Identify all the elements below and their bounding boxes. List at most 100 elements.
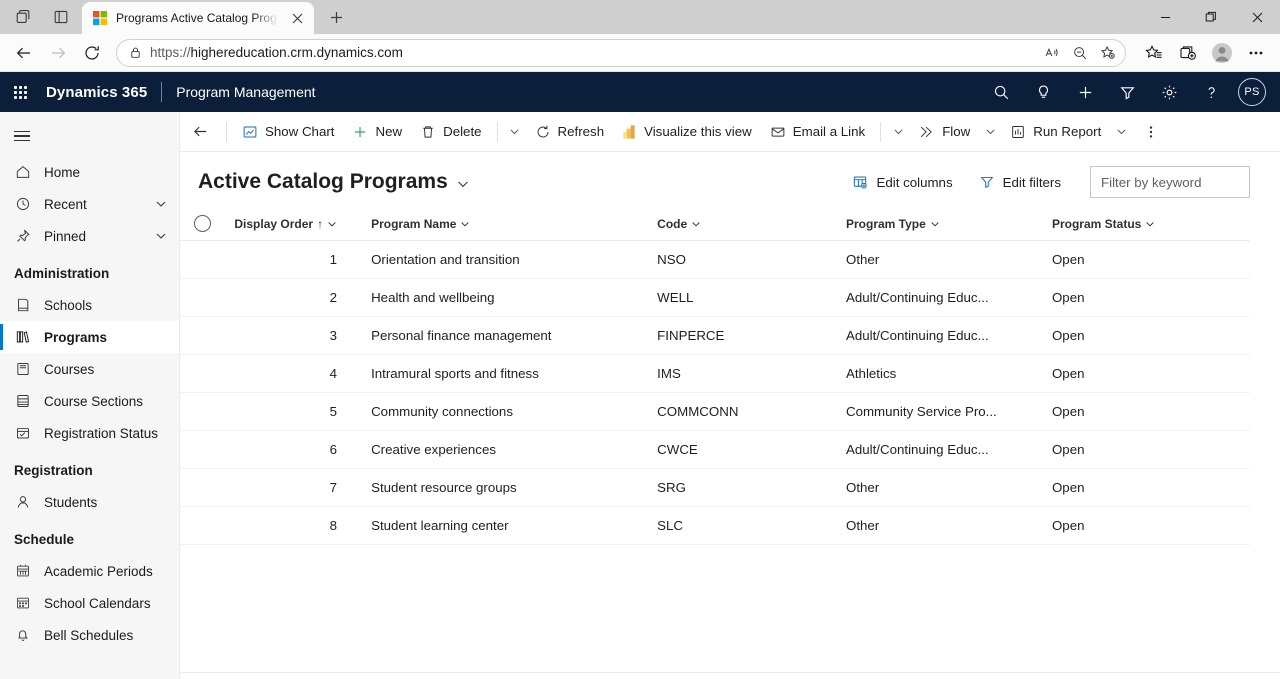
row-select-cell[interactable] [180, 468, 226, 506]
run-report-dropdown-chevron-down-icon[interactable] [1110, 116, 1132, 148]
window-close-icon[interactable] [1234, 0, 1280, 34]
search-input[interactable] [1101, 175, 1239, 190]
collections-icon[interactable] [1172, 37, 1204, 69]
chevron-down-icon[interactable] [930, 219, 940, 229]
address-bar[interactable]: https://highereducation.crm.dynamics.com [116, 39, 1126, 67]
cell-display-order[interactable]: 3 [226, 316, 363, 354]
sidebar-item-programs[interactable]: Programs [0, 321, 179, 353]
cell-display-order[interactable]: 6 [226, 430, 363, 468]
row-select-cell[interactable] [180, 430, 226, 468]
row-select-cell[interactable] [180, 354, 226, 392]
cell-display-order[interactable]: 1 [226, 240, 363, 278]
sidebar-item-schools[interactable]: Schools [0, 289, 179, 321]
column-header-program-status[interactable]: Program Status [1044, 208, 1250, 240]
filter-icon[interactable] [1106, 72, 1148, 112]
add-favorite-star-icon[interactable] [1095, 41, 1121, 65]
minimize-icon[interactable] [1142, 0, 1188, 34]
edit-filters-button[interactable]: Edit filters [970, 166, 1070, 198]
app-launcher-icon[interactable] [0, 72, 40, 112]
sidebar-item-recent[interactable]: Recent [0, 188, 179, 220]
sidebar-item-bell-schedules[interactable]: Bell Schedules [0, 619, 179, 651]
visualize-this-view-button[interactable]: Visualize this view [613, 116, 761, 148]
delete-dropdown-chevron-down-icon[interactable] [504, 116, 526, 148]
plus-icon[interactable] [1064, 72, 1106, 112]
table-row[interactable]: 3 Personal finance management FINPERCE A… [180, 316, 1250, 354]
flow-dropdown-chevron-down-icon[interactable] [979, 116, 1001, 148]
vertical-tabs-icon[interactable] [44, 2, 78, 32]
delete-button[interactable]: Delete [411, 116, 490, 148]
page-title[interactable]: Active Catalog Programs [198, 170, 448, 194]
table-row[interactable]: 6 Creative experiences CWCE Adult/Contin… [180, 430, 1250, 468]
chevron-down-icon[interactable] [1145, 219, 1155, 229]
cell-program-name[interactable]: Student learning center [363, 506, 649, 544]
table-row[interactable]: 4 Intramural sports and fitness IMS Athl… [180, 354, 1250, 392]
email-a-link-dropdown-chevron-down-icon[interactable] [887, 116, 909, 148]
gear-icon[interactable] [1148, 72, 1190, 112]
table-row[interactable]: 1 Orientation and transition NSO Other O… [180, 240, 1250, 278]
search-icon[interactable] [980, 72, 1022, 112]
column-header-code[interactable]: Code [649, 208, 838, 240]
chevron-down-icon[interactable] [460, 219, 470, 229]
help-icon[interactable] [1190, 72, 1232, 112]
site-map-toggle-icon[interactable] [2, 116, 42, 156]
sidebar-item-pinned[interactable]: Pinned [0, 220, 179, 252]
row-select-cell[interactable] [180, 506, 226, 544]
zoom-out-icon[interactable] [1067, 41, 1093, 65]
sidebar-item-school-calendars[interactable]: School Calendars [0, 587, 179, 619]
table-row[interactable]: 7 Student resource groups SRG Other Open [180, 468, 1250, 506]
cell-program-name[interactable]: Community connections [363, 392, 649, 430]
chevron-down-icon[interactable] [691, 219, 701, 229]
cell-display-order[interactable]: 2 [226, 278, 363, 316]
new-tab-button[interactable] [322, 3, 350, 31]
cell-program-name[interactable]: Personal finance management [363, 316, 649, 354]
flow-button[interactable]: Flow [909, 116, 979, 148]
email-a-link-button[interactable]: Email a Link [761, 116, 874, 148]
more-commands-icon[interactable] [1136, 116, 1166, 148]
cell-program-name[interactable]: Student resource groups [363, 468, 649, 506]
column-header-program-type[interactable]: Program Type [838, 208, 1044, 240]
cell-program-name[interactable]: Intramural sports and fitness [363, 354, 649, 392]
cell-display-order[interactable]: 4 [226, 354, 363, 392]
back-arrow-icon[interactable] [8, 37, 40, 69]
edit-columns-button[interactable]: Edit columns [843, 166, 961, 198]
cell-program-name[interactable]: Orientation and transition [363, 240, 649, 278]
browser-tab[interactable]: Programs Active Catalog Programs [82, 2, 314, 34]
cell-program-name[interactable]: Creative experiences [363, 430, 649, 468]
profile-avatar-icon[interactable] [1206, 37, 1238, 69]
row-select-cell[interactable] [180, 392, 226, 430]
close-icon[interactable] [286, 7, 308, 29]
back-arrow-icon[interactable] [184, 116, 216, 148]
table-row[interactable]: 2 Health and wellbeing WELL Adult/Contin… [180, 278, 1250, 316]
new-button[interactable]: New [343, 116, 411, 148]
row-select-cell[interactable] [180, 278, 226, 316]
run-report-button[interactable]: Run Report [1001, 116, 1110, 148]
select-all-circle-icon[interactable] [194, 215, 211, 232]
site-info-lock-icon[interactable] [129, 46, 142, 59]
row-select-cell[interactable] [180, 240, 226, 278]
user-avatar[interactable]: PS [1238, 78, 1266, 106]
chevron-down-icon[interactable] [155, 198, 167, 210]
maximize-restore-icon[interactable] [1188, 0, 1234, 34]
lightbulb-icon[interactable] [1022, 72, 1064, 112]
cell-display-order[interactable]: 7 [226, 468, 363, 506]
refresh-button[interactable]: Refresh [526, 116, 614, 148]
sidebar-item-courses[interactable]: Courses [0, 353, 179, 385]
view-selector-chevron-down-icon[interactable] [456, 173, 470, 191]
cell-program-name[interactable]: Health and wellbeing [363, 278, 649, 316]
more-options-icon[interactable] [1240, 37, 1272, 69]
table-row[interactable]: 5 Community connections COMMCONN Communi… [180, 392, 1250, 430]
chevron-down-icon[interactable] [327, 219, 337, 229]
favorites-list-icon[interactable] [1138, 37, 1170, 69]
sidebar-item-home[interactable]: Home [0, 156, 179, 188]
filter-by-keyword-box[interactable] [1090, 166, 1250, 198]
table-row[interactable]: 8 Student learning center SLC Other Open [180, 506, 1250, 544]
sidebar-item-course-sections[interactable]: Course Sections [0, 385, 179, 417]
sidebar-item-students[interactable]: Students [0, 486, 179, 518]
chevron-down-icon[interactable] [155, 230, 167, 242]
sidebar-item-academic-periods[interactable]: Academic Periods [0, 555, 179, 587]
row-select-cell[interactable] [180, 316, 226, 354]
show-chart-button[interactable]: Show Chart [233, 116, 343, 148]
cell-display-order[interactable]: 8 [226, 506, 363, 544]
reload-icon[interactable] [76, 37, 108, 69]
cell-display-order[interactable]: 5 [226, 392, 363, 430]
